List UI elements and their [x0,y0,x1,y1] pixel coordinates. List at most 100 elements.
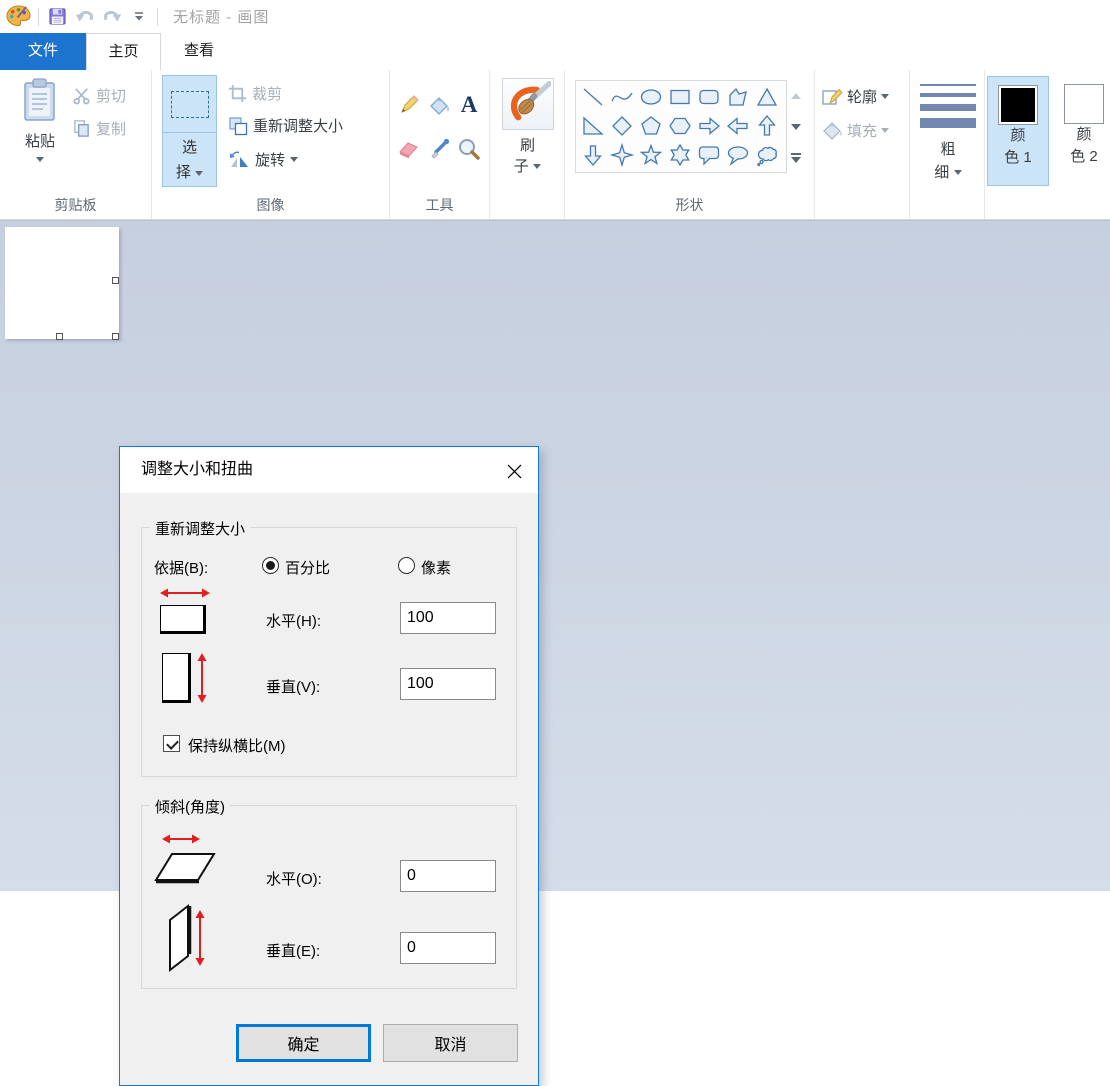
clipboard-icon [22,78,58,122]
crop-icon [228,84,247,103]
shape-arrow-right-icon[interactable] [694,111,723,140]
shape-star-5-icon[interactable] [636,140,665,169]
ribbon-group-brushes: 刷 子 [490,70,565,219]
ok-button[interactable]: 确定 [236,1024,371,1062]
title-bar[interactable]: 无标题 - 画图 [0,0,1110,33]
shape-star-4-icon[interactable] [607,140,636,169]
chevron-down-icon [134,11,144,22]
cancel-button[interactable]: 取消 [383,1024,518,1062]
color2-button[interactable]: 颜 色 2 [1053,76,1110,186]
shape-pentagon-icon[interactable] [636,111,665,140]
size-label-line2: 细 [934,164,949,181]
tools-section-label: 工具 [390,195,489,215]
shape-rectangle-icon[interactable] [665,82,694,111]
save-button[interactable] [44,4,71,30]
magnifier-tool-button[interactable] [456,136,482,162]
divider [157,8,158,26]
brush-icon [502,78,554,130]
save-icon [48,7,67,26]
maintain-aspect-ratio-label[interactable]: 保持纵横比(M) [188,735,286,756]
resize-button[interactable]: 重新调整大小 [228,115,343,136]
brushes-button[interactable]: 刷 子 [497,76,558,176]
copy-label: 复制 [96,118,126,139]
vertical-skew-icon [164,902,212,979]
canvas-resize-handle-bottom[interactable] [56,333,63,340]
dropdown-arrow-icon [881,128,889,133]
paste-label: 粘贴 [14,130,66,151]
drawing-canvas[interactable] [5,227,119,339]
eraser-tool-button[interactable] [396,136,422,162]
fill-tool-button[interactable] [426,92,452,118]
rotate-icon [228,150,250,170]
shape-polygon-icon[interactable] [723,82,752,111]
crop-button[interactable]: 裁剪 [228,83,282,104]
radio-pixels[interactable] [398,557,415,574]
shape-curve-icon[interactable] [607,82,636,111]
shapes-scroll-up-button[interactable] [786,80,806,111]
text-tool-button[interactable]: A [456,92,482,118]
shape-arrow-left-icon[interactable] [723,111,752,140]
shape-callout-cloud-icon[interactable] [752,140,781,169]
shape-arrow-down-icon[interactable] [578,140,607,169]
radio-pixels-label[interactable]: 像素 [421,557,451,578]
color1-swatch [998,85,1038,125]
paste-button[interactable]: 粘贴 [14,78,66,169]
customize-qat-button[interactable] [125,4,152,30]
radio-percentage-label[interactable]: 百分比 [285,557,330,578]
undo-button[interactable] [71,4,98,30]
tab-file[interactable]: 文件 [0,33,86,70]
color-picker-tool-button[interactable] [426,136,452,162]
shape-rounded-rectangle-icon[interactable] [694,82,723,111]
shapes-scroll-down-button[interactable] [786,111,806,142]
resize-skew-dialog: 调整大小和扭曲 重新调整大小 依据(B): 百分比 像素 [119,446,539,1086]
size-button[interactable]: 粗 细 [918,80,978,182]
shapes-scrollbar [786,80,806,173]
dropdown-arrow-icon [290,157,298,162]
radio-percentage[interactable] [262,557,279,574]
color1-button[interactable]: 颜 色 1 [987,76,1049,186]
outline-label: 轮廓 [847,86,877,107]
divider [38,8,39,26]
dropdown-arrow-icon [954,170,962,175]
resize-label: 重新调整大小 [253,115,343,136]
shape-callout-rounded-icon[interactable] [694,140,723,169]
copy-button[interactable]: 复制 [72,118,126,139]
resize-vertical-label: 垂直(V): [266,676,320,697]
rotate-button[interactable]: 旋转 [228,149,298,170]
skew-vertical-input[interactable] [400,932,496,964]
cut-button[interactable]: 剪切 [72,85,126,106]
dialog-title-bar[interactable]: 调整大小和扭曲 [120,447,538,493]
shape-ellipse-icon[interactable] [636,82,665,111]
horizontal-resize-icon [160,586,210,634]
shape-hexagon-icon[interactable] [665,111,694,140]
skew-horizontal-input[interactable] [400,860,496,892]
dialog-close-button[interactable] [504,461,524,481]
shape-callout-oval-icon[interactable] [723,140,752,169]
shape-star-6-icon[interactable] [665,140,694,169]
eyedropper-icon [427,137,451,161]
canvas-resize-handle-right[interactable] [112,277,119,284]
skew-vertical-label: 垂直(E): [266,940,320,961]
outline-button[interactable]: 轮廓 [821,85,889,107]
color2-swatch [1064,84,1104,124]
select-button[interactable]: 选 择 [162,75,217,187]
pencil-tool-button[interactable] [396,92,422,118]
tab-view[interactable]: 查看 [161,33,237,70]
maintain-aspect-ratio-checkbox[interactable] [163,735,180,752]
shape-triangle-icon[interactable] [752,82,781,111]
shape-right-triangle-icon[interactable] [578,111,607,140]
resize-horizontal-input[interactable] [400,602,496,634]
canvas-resize-handle-corner[interactable] [112,333,119,340]
undo-icon [74,7,96,27]
redo-button[interactable] [98,4,125,30]
shape-diamond-icon[interactable] [607,111,636,140]
shape-arrow-up-icon[interactable] [752,111,781,140]
fill-button[interactable]: 填充 [821,119,889,141]
shapes-more-button[interactable] [786,142,806,173]
horizontal-skew-icon [154,832,218,893]
shape-line-icon[interactable] [578,82,607,111]
text-tool-icon: A [461,92,478,118]
tab-home[interactable]: 主页 [86,33,161,70]
resize-vertical-input[interactable] [400,668,496,700]
select-label-line1: 选 [163,135,216,160]
